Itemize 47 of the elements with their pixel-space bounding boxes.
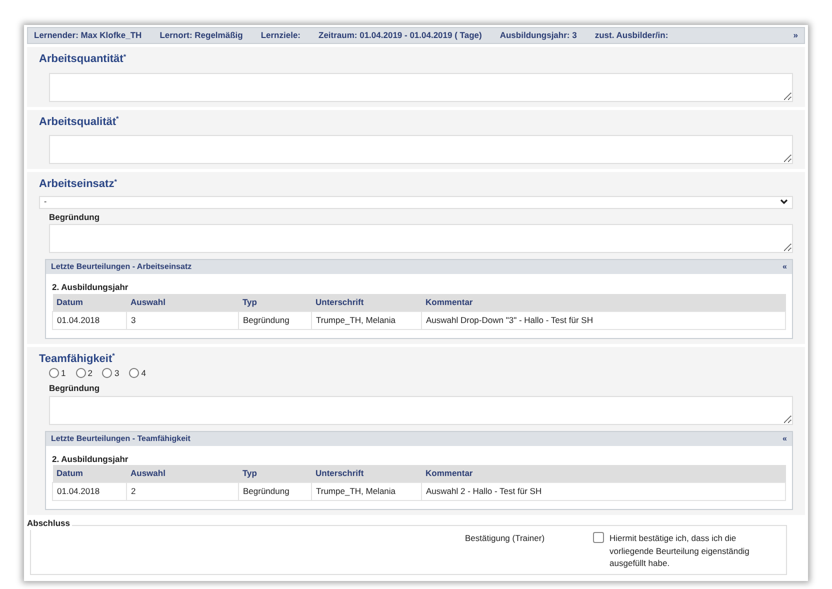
section-title: Teamfähigkeit$^{*}$ <box>39 352 116 366</box>
table-cell: 01.04.2018 <box>52 311 126 329</box>
field-label: Begründung <box>49 210 101 224</box>
header-field: zust. Ausbilder/in: <box>594 29 668 42</box>
table-cell: Begründung <box>238 482 312 500</box>
field-label: Begründung <box>49 382 101 394</box>
header-field: Lernender: Max Klofke_TH <box>34 29 142 42</box>
collapse-toggle[interactable]: « <box>782 261 787 274</box>
column-header: Datum <box>52 465 126 482</box>
panel-title: Abschluss <box>25 516 72 530</box>
table-cell: 01.04.2018 <box>52 482 126 500</box>
column-header: Unterschrift <box>312 294 422 312</box>
header-field: Lernort: Regelmäßig <box>160 29 243 42</box>
radio-option[interactable]: 2 <box>76 367 92 380</box>
column-header: Typ <box>238 465 312 482</box>
table-cell: Auswahl Drop-Down "3" - Hallo - Test für SH <box>422 311 786 329</box>
table-cell: Auswahl 2 - Hallo - Test für SH <box>422 482 786 500</box>
column-header: Kommentar <box>422 294 786 312</box>
year-label: 2. Ausbildungsjahr <box>52 452 130 466</box>
table-cell: Trumpe_TH, Melania <box>312 311 422 329</box>
section-title: Arbeitseinsatz$^{*}$ <box>39 177 118 192</box>
section-title: Arbeitsqualität$^{*}$ <box>39 114 120 130</box>
table-cell: Trumpe_TH, Melania <box>312 482 422 500</box>
radio-option[interactable]: 4 <box>129 367 146 380</box>
table-cell: Begründung <box>238 311 312 329</box>
header-field: Ausbildungsjahr: 3 <box>500 29 577 42</box>
panel-title: Letzte Beurteilungen - Arbeitseinsatz <box>51 261 192 274</box>
column-header: Auswahl <box>126 294 238 312</box>
header-field: Lernziele: <box>260 29 301 42</box>
checkbox-label: Hiermit bestätige ich, dass ich die vorliegende Beurteilung eigenständig ausgefüllt habe. <box>610 532 750 570</box>
field-label: Bestätigung (Trainer) <box>465 532 545 544</box>
column-header: Unterschrift <box>312 465 422 482</box>
table-cell: 3 <box>126 311 238 329</box>
year-label: 2. Ausbildungsjahr <box>52 281 130 294</box>
dropdown[interactable]: - <box>39 196 793 208</box>
header-field: Zeitraum: 01.04.2019 - 01.04.2019 ( Tage) <box>318 29 482 42</box>
collapse-toggle[interactable]: « <box>782 432 787 444</box>
radio-option[interactable]: 1 <box>49 367 66 380</box>
column-header: Datum <box>52 294 126 312</box>
section-title: Arbeitsquantität$^{*}$ <box>39 52 128 67</box>
column-header: Auswahl <box>126 465 238 482</box>
column-header: Typ <box>238 294 312 312</box>
column-header: Kommentar <box>422 465 786 482</box>
table-cell: 2 <box>126 482 238 500</box>
radio-option[interactable]: 3 <box>102 367 120 380</box>
panel-title: Letzte Beurteilungen - Teamfähigkeit <box>51 432 190 444</box>
expand-toggle[interactable]: » <box>793 29 798 42</box>
